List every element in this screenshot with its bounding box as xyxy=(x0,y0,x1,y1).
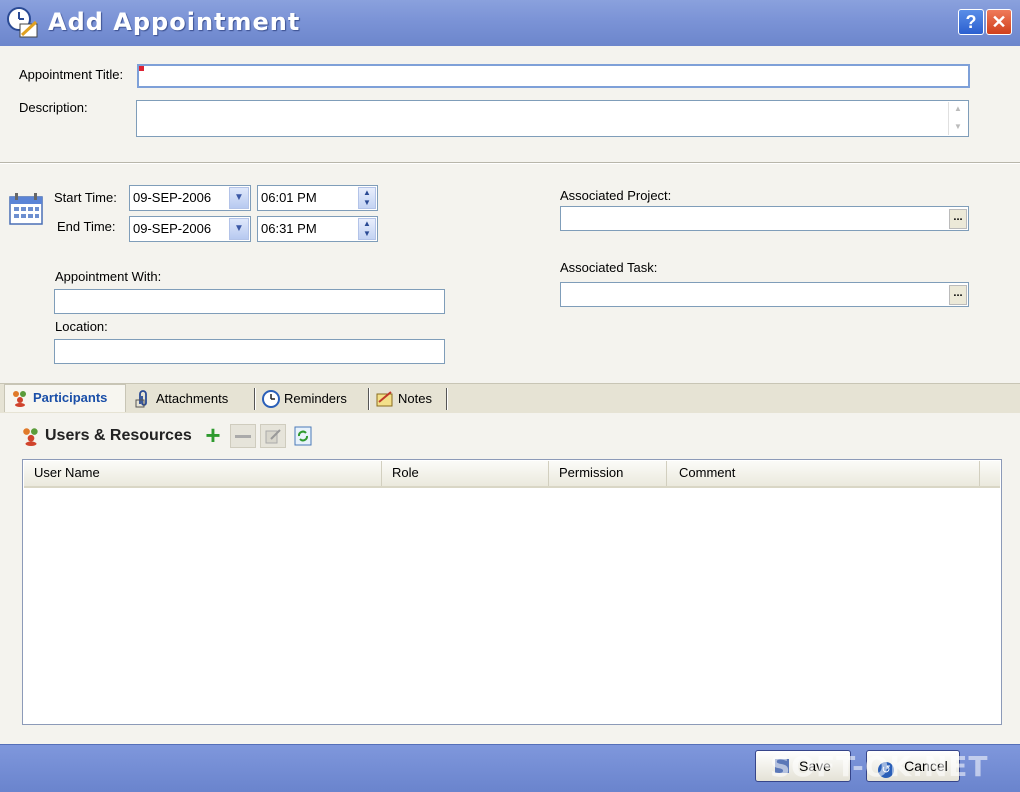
notes-icon xyxy=(376,391,393,407)
column-header-permission[interactable]: Permission xyxy=(549,461,667,486)
description-scrollbar[interactable]: ▲ ▼ xyxy=(948,102,967,135)
appointment-with-input[interactable] xyxy=(54,289,445,314)
watermark: SOFT-OK.NET xyxy=(770,750,989,783)
tab-notes-label: Notes xyxy=(398,391,432,406)
edit-icon xyxy=(265,429,281,444)
end-time-spin-buttons[interactable]: ▲ ▼ xyxy=(358,218,376,240)
end-date-value: 09-SEP-2006 xyxy=(133,221,212,236)
appointment-app-icon xyxy=(7,7,38,38)
users-icon xyxy=(23,428,38,446)
users-icon xyxy=(13,391,26,407)
appointment-title-label: Appointment Title: xyxy=(19,67,124,82)
remove-icon xyxy=(235,435,251,438)
associated-task-field[interactable]: ... xyxy=(560,282,969,307)
refresh-icon[interactable] xyxy=(294,426,312,446)
start-time-value: 06:01 PM xyxy=(261,190,317,205)
start-time-label: Start Time: xyxy=(54,190,117,205)
add-icon[interactable]: + xyxy=(202,422,224,448)
section-divider xyxy=(0,162,1020,164)
end-date-dropdown[interactable]: 09-SEP-2006 ▼ xyxy=(129,216,251,242)
appointment-title-input[interactable] xyxy=(137,64,970,88)
start-time-spinner[interactable]: 06:01 PM ▲ ▼ xyxy=(257,185,378,211)
end-time-label: End Time: xyxy=(57,219,116,234)
users-resources-title: Users & Resources xyxy=(45,427,192,444)
column-header-comment[interactable]: Comment xyxy=(669,461,980,486)
tab-attachments[interactable]: Attachments xyxy=(128,386,253,411)
end-time-value: 06:31 PM xyxy=(261,221,317,236)
spin-up-icon[interactable]: ▲ xyxy=(359,219,375,229)
location-input[interactable] xyxy=(54,339,445,364)
start-date-value: 09-SEP-2006 xyxy=(133,190,212,205)
tab-participants-label: Participants xyxy=(33,390,108,405)
tab-attachments-label: Attachments xyxy=(156,391,229,406)
start-date-dropdown[interactable]: 09-SEP-2006 ▼ xyxy=(129,185,251,211)
browse-project-button[interactable]: ... xyxy=(949,209,967,229)
scroll-down-icon[interactable]: ▼ xyxy=(949,120,967,134)
end-time-spinner[interactable]: 06:31 PM ▲ ▼ xyxy=(257,216,378,242)
description-label: Description: xyxy=(19,100,88,115)
clock-icon xyxy=(262,390,280,408)
tab-reminders-label: Reminders xyxy=(284,391,347,406)
calendar-icon xyxy=(9,193,43,225)
paperclip-icon xyxy=(135,390,147,408)
column-header-role[interactable]: Role xyxy=(382,461,549,486)
chevron-down-icon[interactable]: ▼ xyxy=(229,218,249,240)
spin-down-icon[interactable]: ▼ xyxy=(359,198,375,208)
tab-notes[interactable]: Notes xyxy=(370,386,446,411)
browse-task-button[interactable]: ... xyxy=(949,285,967,305)
associated-task-label: Associated Task: xyxy=(560,260,658,275)
chevron-down-icon[interactable]: ▼ xyxy=(229,187,249,209)
tab-reminders[interactable]: Reminders xyxy=(256,386,368,411)
help-button[interactable]: ? xyxy=(958,9,984,35)
spin-up-icon[interactable]: ▲ xyxy=(359,188,375,198)
remove-button[interactable] xyxy=(230,424,256,448)
scroll-up-icon[interactable]: ▲ xyxy=(949,102,967,116)
close-button[interactable]: ✕ xyxy=(986,9,1012,35)
associated-project-label: Associated Project: xyxy=(560,188,672,203)
start-time-spin-buttons[interactable]: ▲ ▼ xyxy=(358,187,376,209)
edit-button[interactable] xyxy=(260,424,286,448)
required-marker-icon xyxy=(139,66,144,71)
tab-participants[interactable]: Participants xyxy=(4,384,126,412)
spin-down-icon[interactable]: ▼ xyxy=(359,229,375,239)
column-header-user-name[interactable]: User Name xyxy=(24,461,382,486)
location-label: Location: xyxy=(55,319,108,334)
associated-project-field[interactable]: ... xyxy=(560,206,969,231)
appointment-with-label: Appointment With: xyxy=(55,269,162,284)
tab-divider xyxy=(446,388,448,410)
participants-grid[interactable] xyxy=(22,459,1002,725)
description-textarea[interactable] xyxy=(136,100,969,137)
window-title: Add Appointment xyxy=(48,8,301,36)
